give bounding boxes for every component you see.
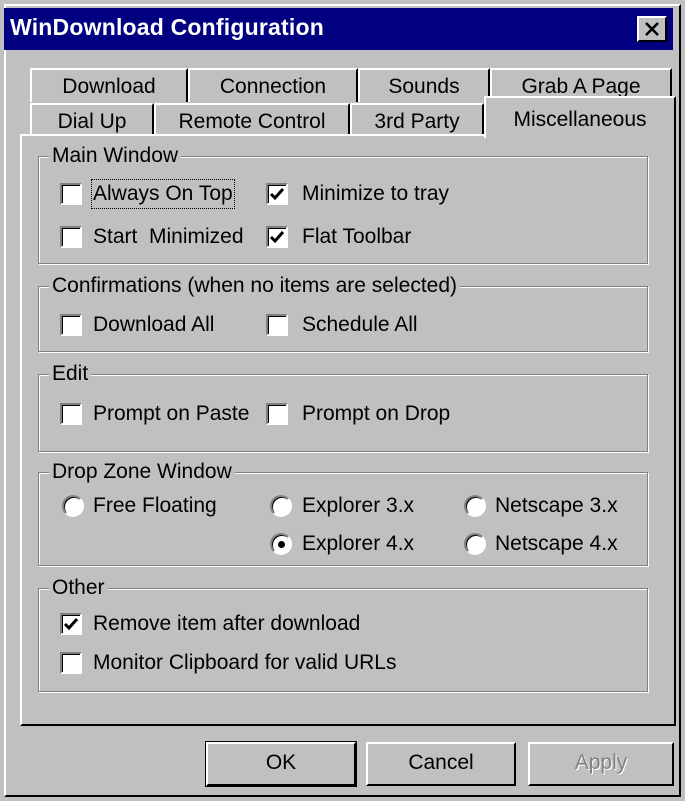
always-on-top-checkbox[interactable]	[60, 183, 82, 205]
checkmark-icon	[63, 618, 79, 631]
netscape-4x-label[interactable]: Netscape 4.x	[495, 531, 618, 557]
cancel-button-label: Cancel	[408, 751, 474, 774]
schedule-all-checkbox[interactable]	[266, 314, 288, 336]
tab-miscellaneous[interactable]: Miscellaneous	[484, 96, 676, 138]
download-all-checkbox[interactable]	[60, 314, 82, 336]
group-legend: Confirmations (when no items are selecte…	[49, 273, 461, 299]
netscape-3x-radio[interactable]	[464, 495, 486, 517]
checkmark-icon	[269, 188, 285, 201]
group-legend: Main Window	[49, 143, 182, 169]
monitor-clipboard-checkbox[interactable]	[60, 652, 82, 674]
start-minimized-label[interactable]: Start Minimized	[93, 224, 244, 250]
tab-connection[interactable]: Connection	[188, 68, 358, 102]
remove-item-checkbox[interactable]	[60, 613, 82, 635]
flat-toolbar-label[interactable]: Flat Toolbar	[302, 224, 411, 250]
minimize-to-tray-label[interactable]: Minimize to tray	[302, 181, 449, 207]
tab-dial-up[interactable]: Dial Up	[30, 103, 154, 137]
title-bar[interactable]: WinDownload Configuration	[4, 8, 673, 50]
remove-item-label[interactable]: Remove item after download	[93, 611, 360, 637]
explorer-3x-radio[interactable]	[270, 495, 292, 517]
cancel-button[interactable]: Cancel	[366, 742, 516, 786]
free-floating-radio[interactable]	[62, 495, 84, 517]
tab-sounds[interactable]: Sounds	[358, 68, 490, 102]
group-legend: Drop Zone Window	[49, 459, 235, 485]
always-on-top-label[interactable]: Always On Top	[91, 179, 235, 209]
ok-button[interactable]: OK	[205, 741, 357, 787]
group-other: Other	[38, 575, 648, 692]
monitor-clipboard-label[interactable]: Monitor Clipboard for valid URLs	[93, 650, 396, 676]
prompt-on-drop-label[interactable]: Prompt on Drop	[302, 401, 450, 427]
minimize-to-tray-checkbox[interactable]	[266, 183, 288, 205]
download-all-label[interactable]: Download All	[93, 312, 214, 338]
flat-toolbar-checkbox[interactable]	[266, 226, 288, 248]
explorer-3x-label[interactable]: Explorer 3.x	[302, 493, 414, 519]
apply-button-label: Apply	[574, 751, 628, 774]
start-minimized-checkbox[interactable]	[60, 226, 82, 248]
tab-remote-control[interactable]: Remote Control	[154, 103, 350, 137]
ok-button-label: OK	[265, 751, 297, 774]
tab-download[interactable]: Download	[30, 68, 188, 102]
group-legend: Edit	[49, 361, 92, 387]
prompt-on-paste-label[interactable]: Prompt on Paste	[93, 401, 249, 427]
radio-selected-dot	[278, 541, 285, 548]
close-icon	[645, 22, 659, 36]
netscape-3x-label[interactable]: Netscape 3.x	[495, 493, 618, 519]
group-legend: Other	[49, 575, 108, 601]
tab-3rd-party[interactable]: 3rd Party	[350, 103, 484, 137]
netscape-4x-radio[interactable]	[464, 533, 486, 555]
checkmark-icon	[269, 231, 285, 244]
close-button[interactable]	[637, 16, 667, 42]
explorer-4x-radio[interactable]	[270, 533, 292, 555]
prompt-on-drop-checkbox[interactable]	[266, 403, 288, 425]
schedule-all-label[interactable]: Schedule All	[302, 312, 418, 338]
apply-button[interactable]: Apply	[528, 742, 674, 786]
free-floating-label[interactable]: Free Floating	[93, 493, 217, 519]
prompt-on-paste-checkbox[interactable]	[60, 403, 82, 425]
explorer-4x-label[interactable]: Explorer 4.x	[302, 531, 414, 557]
window-title: WinDownload Configuration	[10, 14, 324, 40]
